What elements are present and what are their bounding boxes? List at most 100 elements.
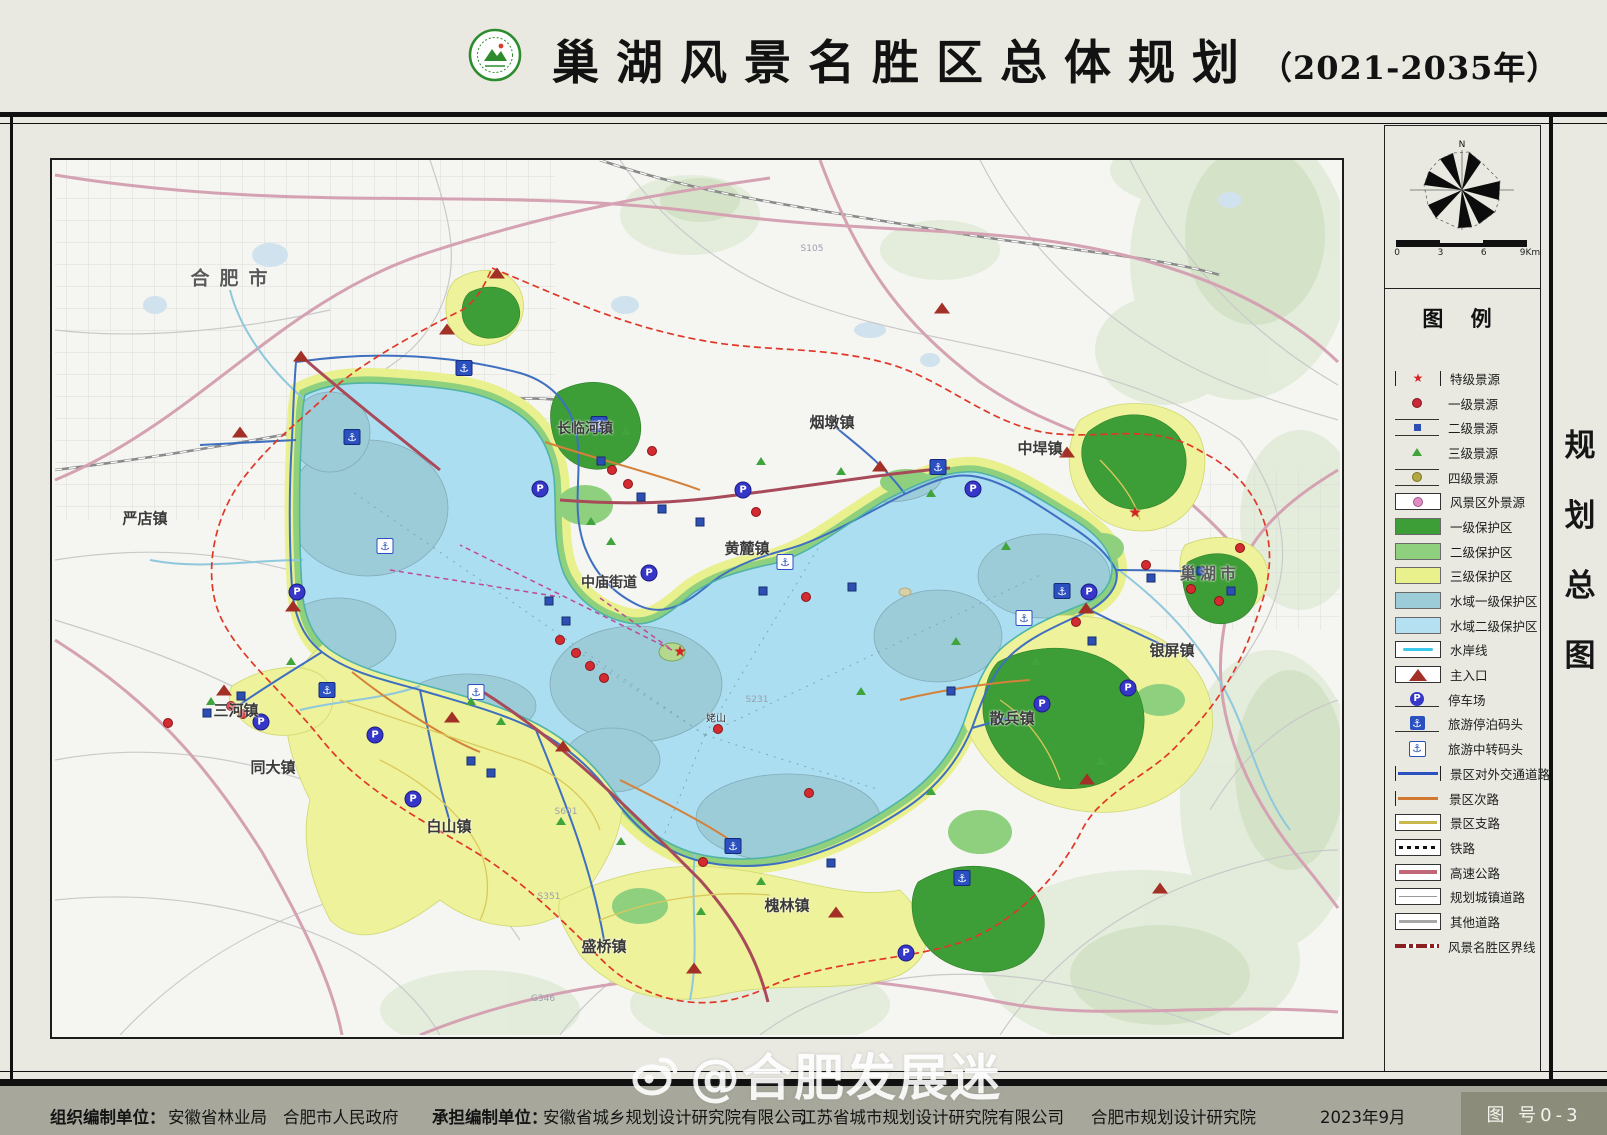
tri-green-swatch: [1395, 445, 1439, 460]
footer-org-1: 安徽省林业局: [168, 1104, 267, 1128]
legend-item: 二级景源: [1395, 415, 1540, 440]
footer-undertake-3: 合肥市规划设计研究院: [1091, 1104, 1256, 1128]
legend-item: 景区对外交通道路: [1395, 761, 1540, 786]
legend-item: 二级保护区: [1395, 539, 1540, 564]
bottom-rule-thin: [0, 1071, 1607, 1072]
footer-undertake-2: 江苏省城市规划设计研究院有限公司: [800, 1104, 1064, 1128]
page-title: 巢湖风景名胜区总体规划 （2021-2035年）: [552, 24, 1559, 93]
legend-item-label: 水域二级保护区: [1450, 616, 1538, 635]
legend-item-label: 风景区外景源: [1450, 492, 1525, 511]
star-bars-swatch: ★: [1395, 371, 1441, 386]
legend-item-label: 规划城镇道路: [1450, 887, 1525, 906]
legend-column-right-border: [1540, 125, 1541, 1071]
legend-item: 规划城镇道路: [1395, 884, 1540, 909]
rail-swatch: [1395, 839, 1441, 856]
scale-bar-ticks: 0369Km: [1396, 247, 1527, 259]
legend-item-label: 二级景源: [1448, 418, 1498, 437]
legend-column-top-border: [1384, 125, 1541, 126]
legend-item: 三级景源: [1395, 440, 1540, 465]
road-sec-swatch: [1395, 791, 1440, 806]
parking-swatch: [1395, 691, 1439, 707]
footer-undertake-label: 承担编制单位：: [432, 1104, 548, 1128]
legend-item-label: 其他道路: [1450, 912, 1500, 931]
page-title-main: 巢湖风景名胜区总体规划: [552, 24, 1256, 93]
scale-tick: 0: [1394, 248, 1400, 258]
dot-olive-swatch: [1395, 469, 1439, 486]
fill-g1-swatch: [1395, 518, 1441, 535]
sheet-name-char: 总: [1565, 560, 1596, 605]
legend-item: 景区支路: [1395, 810, 1540, 835]
footer-date: 2023年9月: [1320, 1104, 1406, 1128]
legend-item-label: 旅游中转码头: [1448, 739, 1523, 758]
bottom-rule-thick: [0, 1079, 1607, 1086]
sheet-name-strip: 规划总图: [1553, 420, 1607, 675]
legend-item: 水域二级保护区: [1395, 613, 1540, 638]
fill-w2-swatch: [1395, 617, 1441, 634]
legend-item: 景区次路: [1395, 786, 1540, 811]
map-layers: [50, 158, 1344, 1039]
legend-item-label: 景区次路: [1449, 789, 1499, 808]
road-branch-swatch: [1395, 814, 1441, 831]
scenic-area-logo: [468, 28, 522, 82]
legend-item: 旅游停泊码头: [1395, 712, 1540, 737]
legend-item: 旅游中转码头: [1395, 736, 1540, 761]
legend-item-label: 水域一级保护区: [1450, 591, 1538, 610]
footer-org-2: 合肥市人民政府: [283, 1104, 399, 1128]
dot-red-swatch: [1395, 396, 1439, 411]
boundary-swatch: [1395, 939, 1439, 954]
legend-item-label: 风景名胜区界线: [1448, 937, 1536, 956]
legend-item: 停车场: [1395, 687, 1540, 712]
legend-column-left-border: [1384, 125, 1385, 1071]
fill-g2-swatch: [1395, 543, 1441, 560]
scale-tick: 9Km: [1520, 248, 1540, 258]
map-canvas: PPPPPPPPPPPP⚓⚓⚓⚓⚓⚓⚓⚓⚓⚓⚓⚓★★ 合肥市严店镇三河镇同大镇白…: [50, 158, 1344, 1039]
scale-bar: 0369Km: [1396, 240, 1527, 259]
legend-item: 高速公路: [1395, 860, 1540, 885]
sheet-name-char: 图: [1565, 630, 1596, 675]
legend-item-label: 铁路: [1450, 838, 1475, 857]
other-road-swatch: [1395, 913, 1441, 930]
legend-item-label: 停车场: [1448, 690, 1486, 709]
scale-tick: 6: [1481, 248, 1487, 258]
legend-item: 水域一级保护区: [1395, 588, 1540, 613]
plan-road-swatch: [1395, 888, 1441, 905]
sheet-number-box: 图 号0-3: [1461, 1092, 1607, 1135]
legend-item: 一级保护区: [1395, 514, 1540, 539]
scale-bar-segments: [1396, 240, 1527, 247]
legend-title: 图 例: [1422, 303, 1501, 333]
legend-item: 其他道路: [1395, 909, 1540, 934]
map-panel: PPPPPPPPPPPP⚓⚓⚓⚓⚓⚓⚓⚓⚓⚓⚓⚓★★ 合肥市严店镇三河镇同大镇白…: [50, 158, 1344, 1039]
sheet-name-char: 规: [1565, 420, 1596, 465]
sheet-number: 图 号0-3: [1486, 1101, 1581, 1127]
legend-list: ★特级景源一级景源二级景源三级景源四级景源风景区外景源一级保护区二级保护区三级保…: [1395, 366, 1540, 959]
legend-item: 水岸线: [1395, 638, 1540, 663]
legend-item-label: 一级保护区: [1450, 517, 1513, 536]
top-rule-thick: [0, 112, 1607, 117]
dot-pink-swatch: [1395, 493, 1441, 510]
legend-item: 主入口: [1395, 662, 1540, 687]
footer-org-label: 组织编制单位：: [50, 1104, 166, 1128]
legend-item: 风景区外景源: [1395, 489, 1540, 514]
legend-item-label: 高速公路: [1450, 863, 1500, 882]
entrance-swatch: [1395, 666, 1441, 683]
footer-undertake-1: 安徽省城乡规划设计研究院有限公司: [543, 1104, 807, 1128]
legend-column-divider: [1384, 288, 1541, 289]
map-graphics: [50, 158, 1344, 1039]
legend-item: 一级景源: [1395, 391, 1540, 416]
legend-item-label: 水岸线: [1450, 640, 1488, 659]
legend-item: 四级景源: [1395, 465, 1540, 490]
left-rule: [10, 112, 13, 1080]
legend-item-label: 主入口: [1450, 665, 1488, 684]
sheet-name-char: 划: [1565, 490, 1596, 535]
fill-w1-swatch: [1395, 592, 1441, 609]
legend-item-label: 一级景源: [1448, 394, 1498, 413]
road-main-swatch: [1395, 766, 1441, 781]
legend-item-label: 三级景源: [1448, 443, 1498, 462]
legend-item: 铁路: [1395, 835, 1540, 860]
compass-north-label: N: [1459, 140, 1466, 150]
poster-page: 巢湖风景名胜区总体规划 （2021-2035年）: [0, 0, 1607, 1135]
legend-item-label: 特级景源: [1450, 369, 1500, 388]
legend-item-label: 旅游停泊码头: [1448, 714, 1523, 733]
compass-rose: N: [1397, 138, 1528, 234]
dock-outline-swatch: [1395, 741, 1439, 756]
